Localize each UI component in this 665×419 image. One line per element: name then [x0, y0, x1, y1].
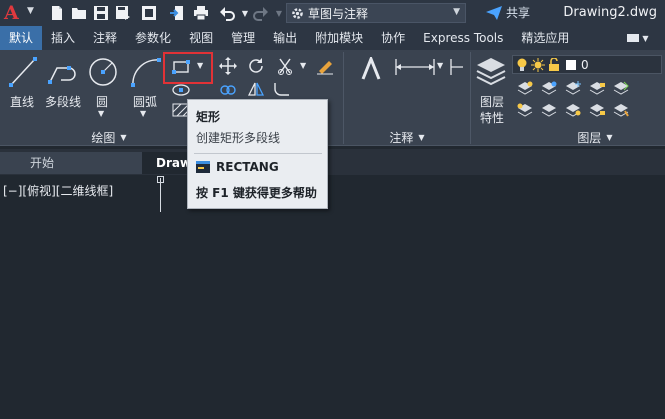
save-as-icon[interactable]	[114, 4, 132, 22]
leader-tool-icon[interactable]	[448, 56, 468, 78]
ellipse-tool-icon[interactable]	[170, 82, 192, 98]
layer-isolate-icon[interactable]	[540, 80, 558, 96]
layer-properties-label-2[interactable]: 特性	[480, 109, 504, 126]
layer-unisolate-icon[interactable]	[540, 102, 558, 118]
unlock-icon	[549, 57, 559, 71]
layers-panel-title: 图层	[577, 130, 602, 145]
chevron-down-icon: ▼	[642, 33, 649, 43]
layer-properties-label[interactable]: 图层	[480, 93, 504, 110]
share-icon	[486, 5, 502, 20]
tab-manage[interactable]: 管理	[222, 26, 264, 50]
line-tool-label[interactable]: 直线	[10, 93, 34, 110]
current-layer-name: 0	[581, 57, 589, 72]
command-line-icon	[196, 161, 210, 173]
annotation-panel-title: 注释	[389, 130, 414, 145]
drawing-canvas[interactable]	[0, 175, 665, 419]
tooltip-description: 创建矩形多段线	[196, 131, 281, 145]
chevron-down-icon: ▼	[453, 7, 460, 17]
layer-unlock-icon[interactable]	[588, 102, 606, 118]
dimension-dropdown-icon[interactable]: ▼	[437, 61, 443, 70]
layer-freeze-icon[interactable]	[564, 80, 582, 96]
tab-insert[interactable]: 插入	[42, 26, 84, 50]
chevron-down-icon: ▼	[418, 132, 425, 142]
tab-annotate[interactable]: 注释	[84, 26, 126, 50]
title-bar: A ▼ ▼ ▼ 草图与注释 ▼ 共享 Drawing2.dwg	[0, 0, 665, 26]
chevron-down-icon[interactable]: ▼	[98, 109, 104, 118]
chevron-down-icon[interactable]: ▼	[140, 109, 146, 118]
tab-parametric[interactable]: 参数化	[126, 26, 180, 50]
layer-dropdown[interactable]: 0	[512, 55, 662, 74]
layer-properties-icon[interactable]	[473, 54, 509, 90]
workspace-dropdown[interactable]: 草图与注释 ▼	[286, 3, 466, 23]
rectangle-tooltip: 矩形 创建矩形多段线 RECTANG 按 F1 键获得更多帮助	[187, 99, 328, 209]
polyline-tool-icon[interactable]	[46, 54, 82, 90]
annotation-panel-footer[interactable]: 注释 ▼	[344, 128, 470, 146]
circle-tool-icon[interactable]	[86, 54, 120, 90]
workspace-label: 草图与注释	[308, 6, 369, 21]
viewport-controls[interactable]: [−][俯视][二维线框]	[3, 182, 113, 199]
layer-match-icon[interactable]	[612, 80, 630, 96]
layer-thaw-icon[interactable]	[564, 102, 582, 118]
print-icon[interactable]	[192, 4, 210, 22]
new-file-icon[interactable]	[48, 4, 66, 22]
share-label: 共享	[506, 6, 531, 20]
chevron-down-icon: ▼	[120, 132, 127, 142]
layers-panel-footer[interactable]: 图层 ▼	[540, 128, 650, 146]
tab-express-tools[interactable]: Express Tools	[414, 26, 512, 50]
tooltip-command: RECTANG	[216, 160, 279, 174]
text-tool-icon[interactable]	[356, 54, 386, 84]
panel-icon	[627, 34, 640, 42]
web-mobile-icon[interactable]	[140, 4, 158, 22]
tooltip-title: 矩形	[196, 110, 221, 124]
mirror-tool-icon[interactable]	[246, 80, 266, 98]
gear-icon	[292, 7, 303, 19]
tab-output[interactable]: 输出	[264, 26, 306, 50]
layer-previous-icon[interactable]	[516, 102, 534, 118]
bulb-icon	[517, 58, 527, 71]
rotate-tool-icon[interactable]	[246, 56, 266, 76]
redo-icon[interactable]	[252, 4, 270, 22]
save-icon[interactable]	[92, 4, 110, 22]
chevron-down-icon[interactable]: ▼	[27, 6, 34, 16]
line-tool-icon[interactable]	[6, 54, 40, 90]
chevron-down-icon: ▼	[606, 132, 613, 142]
layer-lock-icon[interactable]	[588, 80, 606, 96]
draw-panel-footer[interactable]: 绘图 ▼	[0, 128, 218, 146]
trim-dropdown-icon[interactable]: ▼	[300, 61, 306, 70]
sun-icon	[531, 57, 545, 72]
layer-walk-icon[interactable]	[612, 102, 630, 118]
cursor-crosshair	[160, 178, 161, 212]
polyline-tool-label[interactable]: 多段线	[45, 93, 81, 110]
erase-tool-icon[interactable]	[314, 56, 336, 76]
ribbon-tabs: 默认 插入 注释 参数化 视图 管理 输出 附加模块 协作 Express To…	[0, 26, 665, 50]
panel-divider	[470, 52, 471, 144]
file-tab-start[interactable]: 开始	[0, 152, 142, 174]
tooltip-help: 按 F1 键获得更多帮助	[196, 186, 317, 200]
undo-icon[interactable]	[218, 4, 236, 22]
layer-off-icon[interactable]	[516, 80, 534, 96]
tab-view[interactable]: 视图	[180, 26, 222, 50]
highlight-box	[163, 52, 213, 84]
tab-collaborate[interactable]: 协作	[372, 26, 414, 50]
arc-tool-icon[interactable]	[128, 54, 164, 90]
share-button[interactable]: 共享	[486, 4, 530, 21]
tab-featured-apps[interactable]: 精选应用	[512, 26, 578, 50]
import-icon[interactable]	[168, 4, 186, 22]
tab-addins[interactable]: 附加模块	[306, 26, 372, 50]
app-menu-button[interactable]: A	[4, 3, 26, 23]
tab-home[interactable]: 默认	[0, 26, 43, 50]
document-title: Drawing2.dwg	[563, 5, 657, 20]
ribbon-display-toggle[interactable]: ▼	[621, 31, 655, 45]
layer-color-swatch	[566, 59, 576, 70]
copy-tool-icon[interactable]	[218, 82, 238, 98]
trim-tool-icon[interactable]	[276, 56, 298, 76]
move-tool-icon[interactable]	[218, 56, 238, 76]
circle-tool-label[interactable]: 圆	[96, 93, 108, 110]
open-file-icon[interactable]	[70, 4, 88, 22]
arc-tool-label[interactable]: 圆弧	[133, 93, 157, 110]
fillet-tool-icon[interactable]	[272, 80, 292, 98]
draw-panel-title: 绘图	[91, 130, 116, 145]
dimension-tool-icon[interactable]	[394, 56, 436, 78]
tooltip-separator	[194, 153, 322, 154]
